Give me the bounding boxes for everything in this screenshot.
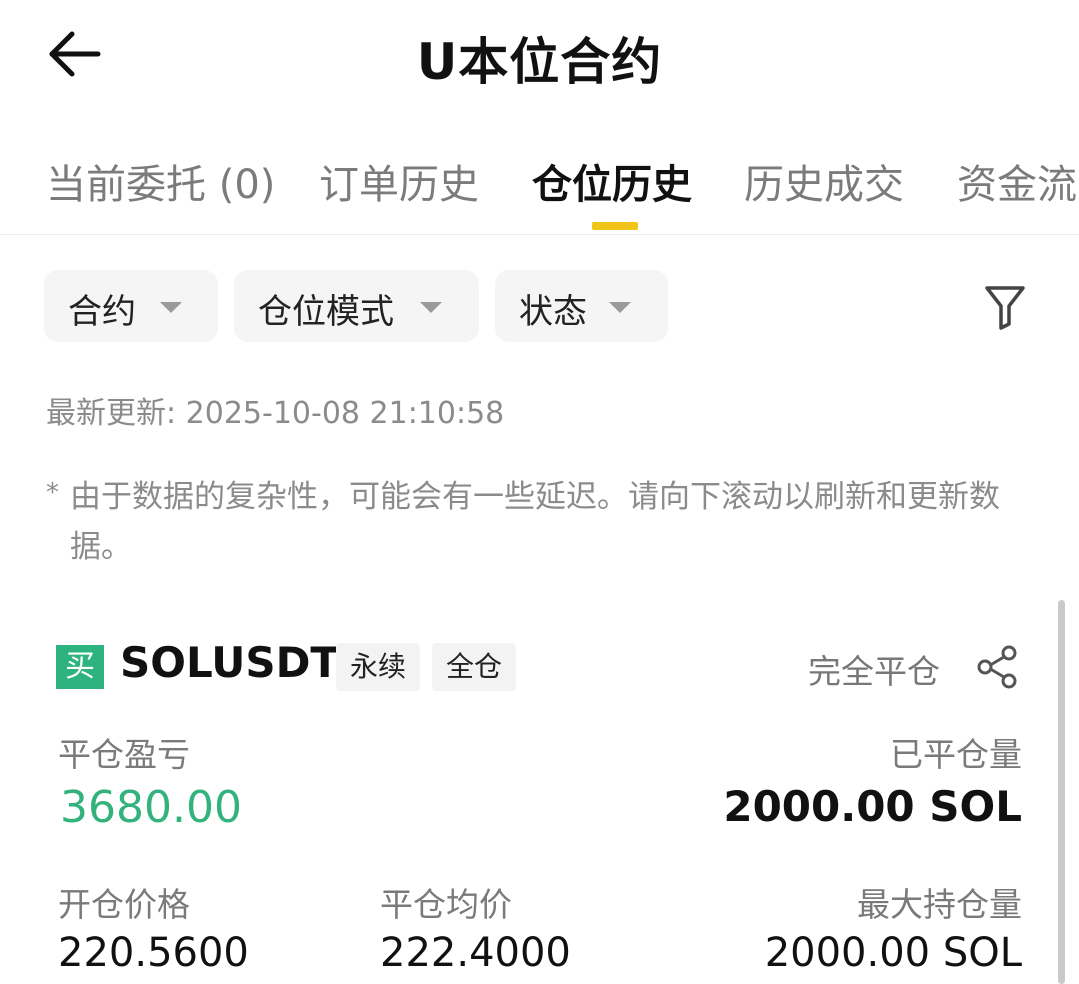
- filter-button[interactable]: [984, 284, 1026, 330]
- max-position-value: 2000.00 SOL: [764, 930, 1022, 976]
- max-position-label: 最大持仓量: [857, 885, 1022, 924]
- page-title: U本位合约: [416, 33, 663, 91]
- close-price-label: 平仓均价: [380, 885, 512, 924]
- symbol-name: SOLUSDT: [120, 638, 340, 687]
- side-badge: 买: [56, 645, 104, 689]
- filter-status[interactable]: 状态: [495, 270, 668, 342]
- position-history-page: U本位合约 当前委托 (0) 订单历史 仓位历史 历史成交 资金流 合约 仓位模…: [0, 0, 1079, 984]
- chevron-down-icon: [609, 302, 631, 313]
- closed-qty-label: 已平仓量: [890, 735, 1022, 774]
- scrollbar[interactable]: [1058, 600, 1065, 984]
- tab-order-history[interactable]: 订单历史: [319, 152, 479, 210]
- delay-notice: 由于数据的复杂性，可能会有一些延迟。请向下滚动以刷新和更新数据。: [70, 479, 1000, 565]
- note-asterisk: *: [46, 478, 59, 508]
- tag-perpetual: 永续: [336, 643, 421, 691]
- filter-contract[interactable]: 合约: [44, 270, 218, 342]
- tab-position-history[interactable]: 仓位历史: [532, 152, 692, 210]
- share-button[interactable]: [975, 644, 1021, 690]
- status-label: 完全平仓: [808, 652, 940, 691]
- entry-price-label: 开仓价格: [58, 885, 190, 924]
- tab-funding-flow[interactable]: 资金流: [957, 152, 1077, 210]
- chevron-down-icon: [160, 302, 182, 313]
- header: U本位合约: [0, 0, 1079, 110]
- filter-contract-label: 合约: [68, 292, 136, 332]
- filter-position-mode[interactable]: 仓位模式: [234, 270, 479, 342]
- tag-cross-margin: 全仓: [432, 643, 517, 691]
- chevron-down-icon: [420, 302, 442, 313]
- tab-bar: 当前委托 (0) 订单历史 仓位历史 历史成交 资金流: [0, 140, 1079, 235]
- closed-qty-value: 2000.00 SOL: [723, 782, 1022, 831]
- tab-trade-history[interactable]: 历史成交: [744, 152, 904, 210]
- filter-status-label: 状态: [519, 292, 587, 332]
- close-price-value: 222.4000: [380, 930, 571, 976]
- realized-pnl-value: 3680.00: [60, 782, 242, 833]
- share-icon: [977, 645, 1017, 689]
- realized-pnl-label: 平仓盈亏: [58, 735, 190, 774]
- funnel-icon: [985, 286, 1025, 330]
- tab-open-orders[interactable]: 当前委托 (0): [46, 152, 275, 210]
- entry-price-value: 220.5600: [58, 930, 249, 976]
- last-updated: 最新更新: 2025-10-08 21:10:58: [46, 396, 505, 431]
- active-tab-indicator: [592, 222, 638, 230]
- filter-position-mode-label: 仓位模式: [258, 292, 394, 332]
